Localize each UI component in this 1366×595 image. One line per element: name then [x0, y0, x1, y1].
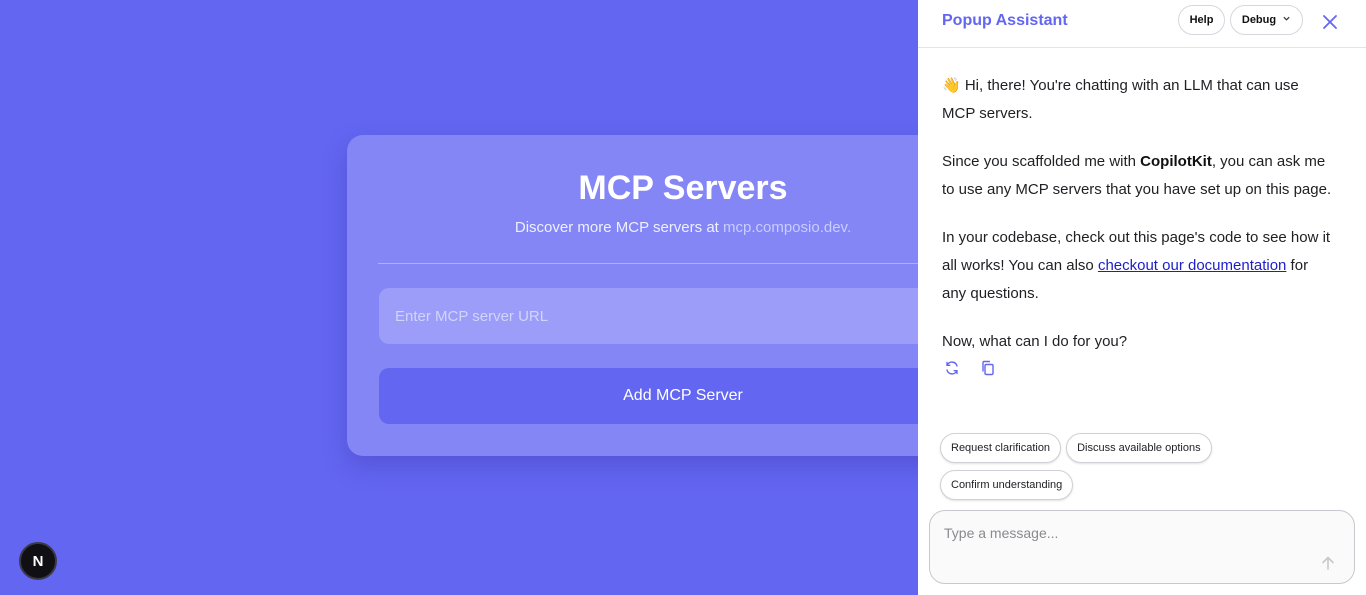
copilotkit-bold: CopilotKit	[1140, 153, 1212, 170]
chevron-down-icon	[1282, 14, 1291, 26]
suggestion-list: Request clarification Discuss available …	[940, 433, 1340, 500]
debug-dropdown[interactable]: Debug	[1230, 5, 1303, 35]
regenerate-icon[interactable]	[944, 360, 962, 378]
close-icon[interactable]	[1318, 10, 1342, 34]
message-input[interactable]	[944, 525, 1304, 549]
documentation-link[interactable]: checkout our documentation	[1098, 257, 1286, 274]
suggestion-chip[interactable]: Discuss available options	[1066, 433, 1212, 463]
help-button-label: Help	[1189, 14, 1214, 26]
card-divider	[378, 263, 988, 264]
nextjs-icon[interactable]: N	[19, 542, 57, 580]
chat-header: Popup Assistant Help Debug	[918, 0, 1366, 48]
suggestion-chip[interactable]: Request clarification	[940, 433, 1062, 463]
add-mcp-server-button[interactable]: Add MCP Server	[379, 368, 987, 424]
copy-icon[interactable]	[980, 360, 998, 378]
message-actions	[944, 358, 1332, 380]
chat-popup: Popup Assistant Help Debug 👋 Hi, there! …	[918, 0, 1366, 595]
send-icon[interactable]	[1318, 553, 1338, 573]
message-paragraph: In your codebase, check out this page's …	[942, 224, 1332, 308]
message-composer	[929, 510, 1355, 584]
nextjs-badge-label: N	[32, 552, 44, 570]
composio-link[interactable]: mcp.composio.dev.	[723, 219, 851, 236]
help-button[interactable]: Help	[1178, 5, 1225, 35]
assistant-message: 👋 Hi, there! You're chatting with an LLM…	[942, 72, 1332, 380]
card-subtitle-text: Discover more MCP servers at	[514, 219, 723, 236]
message-text: Since you scaffolded me with	[942, 153, 1141, 170]
message-paragraph: Since you scaffolded me with CopilotKit,…	[942, 148, 1332, 204]
chat-title: Popup Assistant	[942, 12, 1068, 29]
message-paragraph: Now, what can I do for you?	[942, 333, 1128, 350]
message-paragraph: 👋 Hi, there! You're chatting with an LLM…	[942, 77, 1299, 122]
mcp-url-input[interactable]	[379, 288, 987, 344]
suggestion-chip[interactable]: Confirm understanding	[940, 470, 1074, 500]
debug-dropdown-label: Debug	[1241, 14, 1277, 26]
